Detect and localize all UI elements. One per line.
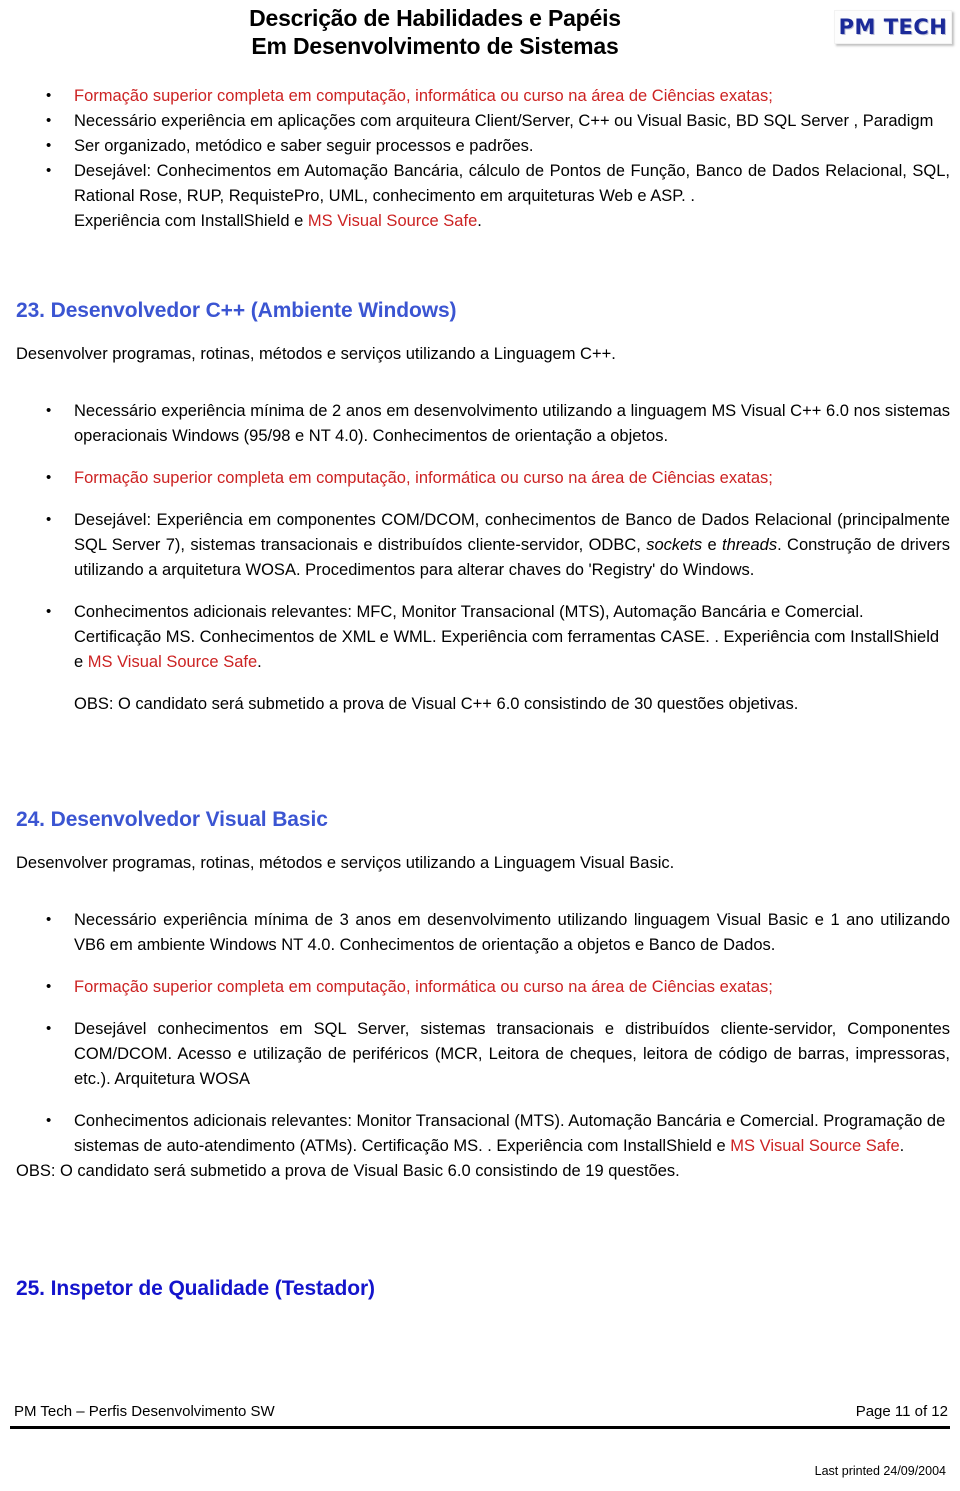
continuation-red: MS Visual Source Safe	[307, 212, 478, 230]
section-heading-24: 24. Desenvolvedor Visual Basic	[16, 808, 328, 831]
page-content: Formação superior completa em computação…	[0, 72, 960, 1302]
list-item-red-term: MS Visual Source Safe	[87, 653, 258, 671]
list-item-text-part: .	[899, 1137, 905, 1155]
document-page: Descrição de Habilidades e Papéis Em Des…	[0, 0, 960, 1491]
page-header: Descrição de Habilidades e Papéis Em Des…	[0, 0, 960, 72]
continuation-prefix: Experiência com InstallShield e	[74, 212, 308, 230]
section-24-bullet-list: Necessário experiência mínima de 3 anos …	[8, 907, 954, 1159]
pm-tech-logo-text: PM TECH	[838, 15, 948, 39]
list-item: Conhecimentos adicionais relevantes: MFC…	[8, 599, 954, 675]
list-item: Desejável: Experiência em componentes CO…	[8, 507, 954, 583]
section-23-obs: OBS: O candidato será submetido a prova …	[74, 695, 799, 713]
list-item: Formação superior completa em computação…	[8, 974, 954, 1000]
section-heading-23: 23. Desenvolvedor C++ (Ambiente Windows)	[16, 299, 457, 322]
list-item-red-term: MS Visual Source Safe	[730, 1137, 900, 1155]
list-item: Ser organizado, metódico e saber seguir …	[8, 133, 954, 159]
document-title: Descrição de Habilidades e Papéis Em Des…	[0, 4, 960, 60]
pm-tech-logo: PM TECH	[834, 10, 952, 44]
section-heading-25: 25. Inspetor de Qualidade (Testador)	[16, 1277, 375, 1300]
top-bullet-list: Formação superior completa em computação…	[8, 83, 954, 234]
list-item-emphasis-threads: threads	[722, 536, 778, 554]
document-title-line-2: Em Desenvolvimento de Sistemas	[251, 33, 619, 59]
document-title-line-1: Descrição de Habilidades e Papéis	[249, 5, 621, 31]
list-item-text: Desejável: Conhecimentos em Automação Ba…	[74, 162, 950, 205]
section-23-bullet-list: Necessário experiência mínima de 2 anos …	[8, 398, 954, 717]
footer-row: PM Tech – Perfis Desenvolvimento SW Page…	[10, 1402, 950, 1424]
list-item: Necessário experiência mínima de 3 anos …	[8, 907, 954, 958]
section-24-intro: Desenvolver programas, rotinas, métodos …	[16, 854, 675, 872]
list-item-text-part: e	[702, 536, 723, 554]
footer-last-printed: Last printed 24/09/2004	[814, 1464, 946, 1478]
list-item-text-part: .	[257, 653, 262, 671]
footer-page-number: Page 11 of 12	[855, 1403, 948, 1420]
list-item: Desejável conhecimentos em SQL Server, s…	[8, 1016, 954, 1092]
list-item: Necessário experiência mínima de 2 anos …	[8, 398, 954, 449]
section-24-obs: OBS: O candidato será submetido a prova …	[16, 1162, 680, 1180]
section-23-intro: Desenvolver programas, rotinas, métodos …	[16, 345, 616, 363]
list-item-continuation: Experiência com InstallShield e MS Visua…	[8, 209, 954, 234]
list-item-emphasis-sockets: sockets	[646, 536, 703, 554]
list-item: Formação superior completa em computação…	[8, 83, 954, 109]
list-item: Desejável: Conhecimentos em Automação Ba…	[8, 158, 954, 209]
list-item: Formação superior completa em computação…	[8, 465, 954, 491]
list-item: Necessário experiência em aplicações com…	[8, 108, 954, 134]
footer-document-label: PM Tech – Perfis Desenvolvimento SW	[14, 1403, 275, 1420]
page-footer: PM Tech – Perfis Desenvolvimento SW Page…	[0, 1402, 960, 1491]
continuation-suffix: .	[477, 212, 482, 230]
list-item: Conhecimentos adicionais relevantes: Mon…	[8, 1108, 954, 1159]
